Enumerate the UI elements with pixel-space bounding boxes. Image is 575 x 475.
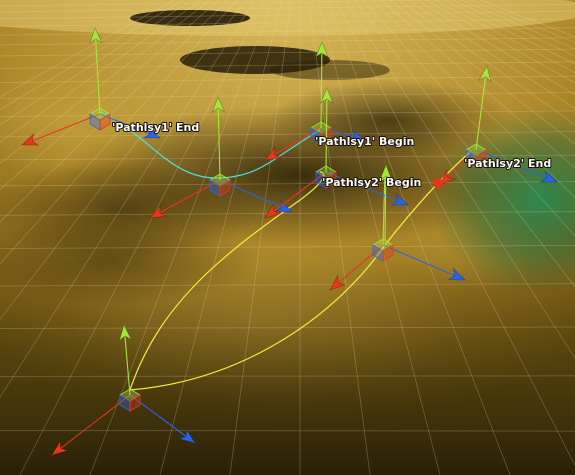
label-pathlsy2-begin: 'Pathlsy2' Begin (322, 176, 421, 189)
scene-viewport[interactable]: 'Pathlsy1' End 'Pathlsy1' Begin 'Pathlsy… (0, 0, 575, 475)
terrain (0, 0, 575, 475)
label-pathlsy1-begin: 'Pathlsy1' Begin (315, 135, 414, 148)
path-point-icon[interactable] (433, 178, 443, 188)
label-pathlsy1-end: 'Pathlsy1' End (112, 121, 199, 134)
scene-canvas[interactable]: 'Pathlsy1' End 'Pathlsy1' Begin 'Pathlsy… (0, 0, 575, 475)
label-pathlsy2-end: 'Pathlsy2' End (464, 157, 551, 170)
